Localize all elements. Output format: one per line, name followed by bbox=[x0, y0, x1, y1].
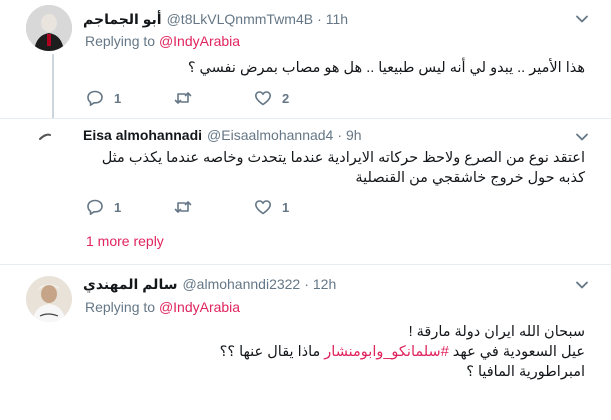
tweet-1[interactable]: أبو الجماجم @t8LkVLQnmmTwm4B · 11h Reply… bbox=[0, 0, 611, 118]
separator-dot: · bbox=[337, 127, 343, 143]
heart-icon bbox=[255, 200, 271, 215]
tweet-3[interactable]: سالم المهندي @almohanndi2322 · 12h Reply… bbox=[0, 265, 611, 420]
display-name[interactable]: Eisa almohannadi bbox=[83, 127, 202, 143]
avatar-image bbox=[26, 5, 72, 51]
avatar[interactable] bbox=[26, 276, 72, 322]
retweet-icon bbox=[174, 92, 192, 104]
tweet-actions: 1 2 bbox=[86, 88, 289, 108]
chevron-down-icon[interactable] bbox=[575, 130, 589, 144]
tweet-header: سالم المهندي @almohanndi2322 · 12h bbox=[83, 274, 336, 294]
separator-dot: · bbox=[317, 11, 322, 27]
default-avatar-icon bbox=[26, 125, 72, 171]
tweet-actions: 1 1 bbox=[86, 197, 289, 217]
hashtag-link[interactable]: #سلمانكو_وابومنشار bbox=[324, 344, 448, 360]
tweet-header: Eisa almohannadi @Eisaalmohannad4 · 9h bbox=[83, 125, 362, 145]
tweet-header: أبو الجماجم @t8LkVLQnmmTwm4B · 11h bbox=[83, 9, 348, 29]
timestamp[interactable]: 9h bbox=[346, 127, 362, 143]
timestamp[interactable]: 12h bbox=[313, 276, 336, 292]
tweet-text-line: امبراطورية المافيا ؟ bbox=[466, 364, 585, 380]
replying-to-handle[interactable]: @IndyArabia bbox=[159, 299, 240, 315]
user-handle[interactable]: @Eisaalmohannad4 bbox=[207, 127, 333, 143]
like-count: 1 bbox=[282, 199, 290, 215]
reply-button[interactable]: 1 bbox=[86, 89, 174, 107]
reply-count: 1 bbox=[114, 199, 122, 215]
replying-to: Replying to @IndyArabia bbox=[85, 299, 240, 315]
user-handle[interactable]: @t8LkVLQnmmTwm4B bbox=[167, 11, 313, 27]
reply-icon bbox=[87, 199, 103, 215]
tweet-text-line: عيل السعودية في عهد #سلمانكو_وابومنشار م… bbox=[65, 342, 585, 362]
chevron-down-icon[interactable] bbox=[575, 278, 589, 292]
avatar-image bbox=[26, 276, 72, 322]
more-replies-link[interactable]: 1 more reply bbox=[86, 233, 164, 249]
retweet-icon bbox=[174, 201, 192, 213]
timestamp[interactable]: 11h bbox=[326, 11, 348, 27]
heart-icon bbox=[255, 91, 271, 106]
like-button[interactable]: 1 bbox=[254, 198, 289, 216]
text-segment: عيل السعودية في عهد bbox=[448, 344, 585, 360]
chevron-down-icon[interactable] bbox=[575, 12, 589, 26]
replying-to-handle[interactable]: @IndyArabia bbox=[159, 33, 240, 49]
user-handle[interactable]: @almohanndi2322 bbox=[182, 276, 300, 292]
tweet-text: اعتقد نوع من الصرع ولاحظ حركاته الايرادي… bbox=[101, 150, 585, 186]
tweet-2[interactable]: Eisa almohannadi @Eisaalmohannad4 · 9h ا… bbox=[0, 119, 611, 264]
tweet-text: سبحان الله ايران دولة مارقة ! عيل السعود… bbox=[65, 322, 585, 382]
like-button[interactable]: 2 bbox=[254, 89, 289, 107]
thread-line bbox=[52, 54, 54, 118]
like-count: 2 bbox=[282, 90, 290, 106]
tweet-text-line: سبحان الله ايران دولة مارقة ! bbox=[408, 324, 585, 340]
replying-to: Replying to @IndyArabia bbox=[85, 33, 240, 49]
retweet-button[interactable] bbox=[174, 198, 254, 216]
retweet-button[interactable] bbox=[174, 89, 254, 107]
display-name[interactable]: سالم المهندي bbox=[83, 276, 177, 293]
reply-button[interactable]: 1 bbox=[86, 198, 174, 216]
avatar[interactable] bbox=[26, 125, 72, 171]
tweet-text: هذا الأمير .. يبدو لي أنه ليس طبيعيا .. … bbox=[187, 60, 585, 76]
text-segment: ماذا يقال عنها ؟؟ bbox=[219, 344, 325, 360]
replying-prefix: Replying to bbox=[85, 299, 159, 315]
reply-count: 1 bbox=[114, 90, 122, 106]
avatar[interactable] bbox=[26, 5, 72, 51]
replying-prefix: Replying to bbox=[85, 33, 159, 49]
display-name[interactable]: أبو الجماجم bbox=[83, 11, 162, 28]
reply-icon bbox=[87, 90, 103, 106]
separator-dot: · bbox=[304, 276, 309, 292]
